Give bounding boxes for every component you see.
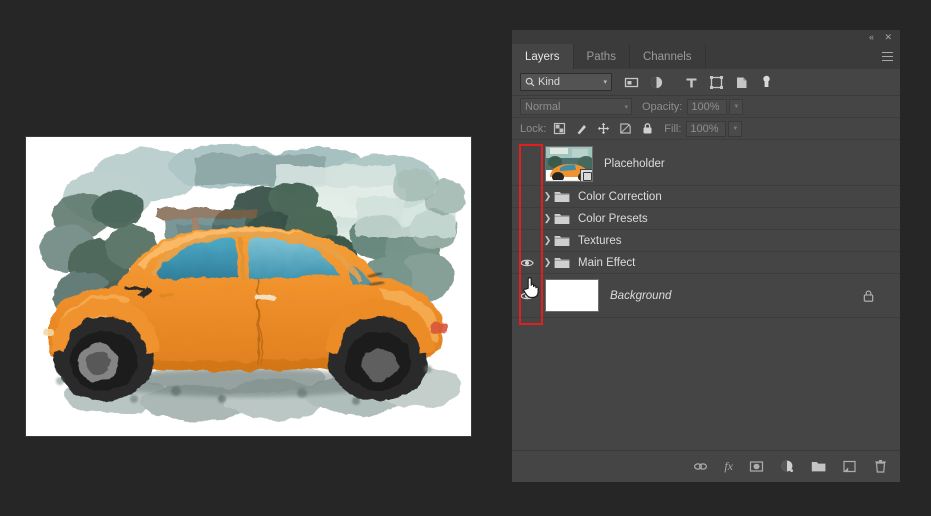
new-layer-icon[interactable] [842, 459, 857, 474]
add-layer-mask-icon[interactable] [749, 459, 764, 474]
tab-paths[interactable]: Paths [574, 44, 630, 69]
layers-panel: « ✕ Layers Paths Channels Kind ▾ Normal … [512, 30, 900, 482]
lock-all-icon[interactable] [641, 122, 654, 135]
folder-icon [554, 236, 570, 246]
visibility-toggle-main-effect[interactable] [512, 252, 541, 273]
layer-name: Background [610, 289, 672, 302]
layer-name: Placeholder [604, 157, 665, 170]
tab-channels[interactable]: Channels [630, 44, 706, 69]
table-row[interactable]: ❯ Color Presets [512, 208, 900, 230]
panel-menu-icon[interactable] [882, 52, 893, 61]
lock-icon [863, 290, 874, 302]
chevron-right-icon[interactable]: ❯ [541, 191, 554, 202]
filter-shape-icon[interactable] [709, 75, 724, 90]
filter-adjustment-icon[interactable] [649, 75, 664, 90]
filter-pixel-icon[interactable] [624, 75, 639, 90]
chevron-right-icon[interactable]: ❯ [541, 235, 554, 246]
lock-label: Lock: [520, 122, 547, 135]
visibility-toggle-textures[interactable] [512, 230, 541, 251]
opacity-label: Opacity: [642, 100, 683, 113]
layer-thumbnail-background[interactable] [545, 279, 599, 312]
opacity-value: 100% [691, 100, 720, 113]
lock-icons [553, 122, 654, 135]
blend-mode-value: Normal [525, 100, 561, 113]
filter-kind-select[interactable]: Kind ▾ [520, 73, 612, 91]
fill-label: Fill: [664, 122, 682, 135]
filter-kind-label: Kind [538, 76, 561, 88]
folder-icon [554, 192, 570, 202]
document-canvas[interactable] [26, 137, 471, 436]
filter-type-icon[interactable] [684, 75, 699, 90]
layer-name: Color Correction [578, 190, 662, 203]
blend-mode-select[interactable]: Normal ▾ [520, 98, 632, 115]
lock-transparent-pixels-icon[interactable] [553, 122, 566, 135]
tab-paths-label: Paths [586, 50, 616, 63]
eye-icon [519, 259, 534, 266]
new-adjustment-layer-icon[interactable] [780, 459, 795, 474]
layer-list[interactable]: Placeholder ❯ Color Correction ❯ Color P… [512, 142, 900, 450]
lock-row: Lock: Fill: 100% ▼ [512, 118, 900, 140]
layer-name: Main Effect [578, 256, 636, 269]
artwork-watercolor-beetle [26, 137, 471, 436]
table-row[interactable]: ❯ Textures [512, 230, 900, 252]
lock-position-icon[interactable] [597, 122, 610, 135]
table-row[interactable]: Placeholder [512, 142, 900, 186]
fill-value: 100% [690, 122, 719, 135]
close-icon[interactable]: ✕ [884, 32, 892, 42]
tab-layers-label: Layers [525, 50, 560, 63]
search-icon [525, 77, 535, 87]
lock-image-pixels-icon[interactable] [575, 122, 588, 135]
table-row[interactable]: Background [512, 274, 900, 318]
layer-name: Color Presets [578, 212, 648, 225]
table-row[interactable]: ❯ Color Correction [512, 186, 900, 208]
panel-tab-bar: Layers Paths Channels [512, 44, 900, 69]
chevron-right-icon[interactable]: ❯ [541, 213, 554, 224]
filter-toggle-switch-icon[interactable] [759, 75, 774, 90]
folder-icon [554, 258, 570, 268]
visibility-toggle-color-correction[interactable] [512, 186, 541, 207]
tab-layers[interactable]: Layers [512, 44, 574, 69]
link-layers-icon[interactable] [693, 459, 708, 474]
layer-style-fx-icon[interactable]: fx [724, 459, 733, 474]
smart-object-badge-icon [580, 168, 592, 181]
pointing-hand-cursor [523, 277, 539, 298]
fill-input[interactable]: 100% [686, 120, 727, 137]
table-row[interactable]: ❯ Main Effect [512, 252, 900, 274]
folder-icon [554, 214, 570, 224]
visibility-toggle-color-presets[interactable] [512, 208, 541, 229]
tab-channels-label: Channels [642, 50, 692, 63]
chevron-down-icon: ▾ [624, 103, 628, 111]
visibility-toggle-placeholder[interactable] [512, 142, 541, 185]
delete-layer-icon[interactable] [873, 459, 888, 474]
fill-stepper[interactable]: ▼ [728, 120, 743, 137]
layer-thumbnail-placeholder[interactable] [545, 145, 593, 182]
double-chevron-collapse-icon[interactable]: « [869, 32, 874, 42]
app-window: « ✕ Layers Paths Channels Kind ▾ Normal … [0, 0, 931, 516]
panel-titlebar: « ✕ [512, 30, 900, 44]
layer-name: Textures [578, 234, 622, 247]
layers-panel-toolbar: fx [512, 450, 900, 482]
opacity-input[interactable]: 100% [687, 98, 728, 115]
lock-artboard-nesting-icon[interactable] [619, 122, 632, 135]
layer-filter-bar: Kind ▾ [512, 69, 900, 96]
opacity-stepper[interactable]: ▼ [729, 98, 744, 115]
filter-smart-object-icon[interactable] [734, 75, 749, 90]
blend-mode-row: Normal ▾ Opacity: 100% ▼ [512, 96, 900, 118]
new-group-icon[interactable] [811, 459, 826, 474]
filter-type-icons [624, 75, 774, 90]
chevron-right-icon[interactable]: ❯ [541, 257, 554, 268]
chevron-down-icon: ▾ [603, 79, 607, 86]
